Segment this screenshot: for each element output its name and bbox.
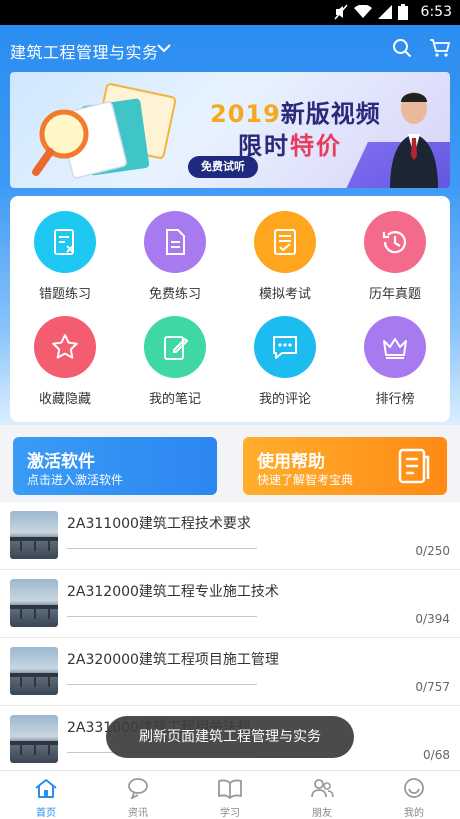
feature-grid: 错题练习 免费练习 模拟考试 历年真题 收藏隐藏 我的笔记 我的评论 排行榜 xyxy=(10,196,450,422)
wrong-question-icon xyxy=(34,211,96,273)
tab-news[interactable]: 资讯 xyxy=(92,771,184,819)
chapter-row[interactable]: 2A311000建筑工程技术要求 0/250 xyxy=(0,502,460,570)
grid-item-comments[interactable]: 我的评论 xyxy=(230,301,340,407)
grid-item-favorites[interactable]: 收藏隐藏 xyxy=(10,301,120,407)
grid-item-wrong-questions[interactable]: 错题练习 xyxy=(10,196,120,302)
profile-icon xyxy=(404,778,424,798)
grid-item-label: 免费练习 xyxy=(148,287,201,302)
tab-label: 首页 xyxy=(36,808,56,819)
free-trial-button[interactable]: 免费试听 xyxy=(188,156,258,178)
grid-item-leaderboard[interactable]: 排行榜 xyxy=(340,301,450,407)
chapter-title: 2A312000建筑工程专业施工技术 xyxy=(67,584,279,600)
news-icon xyxy=(128,778,148,800)
teacher-photo xyxy=(390,92,438,188)
wifi-icon xyxy=(354,5,372,18)
status-time: 6:53 xyxy=(420,4,452,20)
chapter-count: 0/394 xyxy=(415,612,450,626)
grid-item-past-exams[interactable]: 历年真题 xyxy=(340,196,450,302)
banner-headline: 2019新版视频 xyxy=(210,100,381,128)
tab-study[interactable]: 学习 xyxy=(184,771,276,819)
document-icon xyxy=(398,448,430,484)
activate-subtitle: 点击进入激活软件 xyxy=(27,473,124,487)
tab-home[interactable]: 首页 xyxy=(0,771,92,819)
chapter-title: 2A311000建筑工程技术要求 xyxy=(67,516,251,532)
chapter-thumbnail xyxy=(10,579,58,627)
promo-banner[interactable]: 2019新版视频 限时特价 免费试听 xyxy=(10,72,450,188)
search-icon[interactable] xyxy=(392,38,412,58)
tab-friends[interactable]: 朋友 xyxy=(276,771,368,819)
activate-software-button[interactable]: 激活软件 点击进入激活软件 xyxy=(13,437,217,495)
tab-label: 学习 xyxy=(220,808,240,819)
progress-track xyxy=(67,684,257,685)
mute-icon xyxy=(334,4,348,20)
status-bar: 6:53 xyxy=(0,0,460,25)
banner-headline-2: 限时特价 xyxy=(238,132,342,160)
bottom-tab-bar: 首页 资讯 学习 朋友 我的 xyxy=(0,770,460,819)
grid-item-mock-exam[interactable]: 模拟考试 xyxy=(230,196,340,302)
help-subtitle: 快速了解智考宝典 xyxy=(257,473,354,487)
cart-icon[interactable] xyxy=(429,38,451,58)
book-icon xyxy=(218,779,242,799)
help-button[interactable]: 使用帮助 快速了解智考宝典 xyxy=(243,437,447,495)
toast-message: 刷新页面建筑工程管理与实务 xyxy=(106,716,354,758)
progress-track xyxy=(67,548,257,549)
activate-title: 激活软件 xyxy=(27,452,95,472)
subject-title[interactable]: 建筑工程管理与实务 xyxy=(10,39,159,63)
battery-icon xyxy=(398,4,408,20)
chapter-row[interactable]: 2A320000建筑工程项目施工管理 0/757 xyxy=(0,638,460,706)
tab-label: 资讯 xyxy=(128,808,148,819)
grid-item-label: 收藏隐藏 xyxy=(38,392,91,407)
grid-item-label: 排行榜 xyxy=(375,392,415,407)
signal-icon xyxy=(378,5,392,19)
chapter-thumbnail xyxy=(10,511,58,559)
chevron-down-icon[interactable] xyxy=(156,40,172,56)
history-clock-icon xyxy=(364,211,426,273)
grid-item-label: 模拟考试 xyxy=(258,287,311,302)
books-illustration xyxy=(32,83,177,179)
status-icons xyxy=(334,4,408,20)
tab-label: 朋友 xyxy=(312,808,332,819)
note-edit-icon xyxy=(144,316,206,378)
app-bar: 建筑工程管理与实务 xyxy=(0,25,460,73)
grid-item-label: 错题练习 xyxy=(38,287,91,302)
tab-profile[interactable]: 我的 xyxy=(368,771,460,819)
grid-item-label: 历年真题 xyxy=(368,287,421,302)
grid-item-label: 我的评论 xyxy=(258,392,311,407)
star-icon xyxy=(34,316,96,378)
chapter-count: 0/250 xyxy=(415,544,450,558)
checklist-icon xyxy=(254,211,316,273)
comment-icon xyxy=(254,316,316,378)
friends-icon xyxy=(311,779,334,798)
home-icon xyxy=(35,779,57,798)
tab-label: 我的 xyxy=(404,808,424,819)
crown-icon xyxy=(364,316,426,378)
chapter-count: 0/68 xyxy=(423,748,450,762)
progress-track xyxy=(67,616,257,617)
chapter-count: 0/757 xyxy=(415,680,450,694)
chapter-title: 2A320000建筑工程项目施工管理 xyxy=(67,652,279,668)
chapter-row[interactable]: 2A312000建筑工程专业施工技术 0/394 xyxy=(0,570,460,638)
chapter-thumbnail xyxy=(10,647,58,695)
help-title: 使用帮助 xyxy=(257,452,325,472)
chapter-thumbnail xyxy=(10,715,58,763)
grid-item-label: 我的笔记 xyxy=(148,392,201,407)
document-icon xyxy=(144,211,206,273)
grid-item-notes[interactable]: 我的笔记 xyxy=(120,301,230,407)
grid-item-free-practice[interactable]: 免费练习 xyxy=(120,196,230,302)
